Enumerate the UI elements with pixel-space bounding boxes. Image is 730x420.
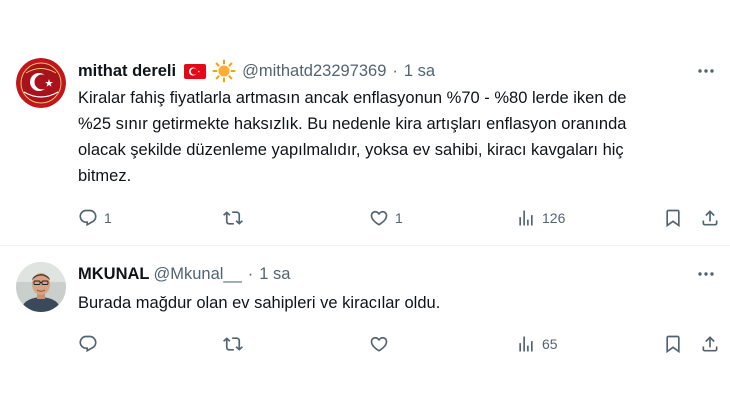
tweet-text: Burada mağdur olan ev sahipleri ve kirac… [78, 294, 441, 312]
tweet-actions: 1 1 126 [78, 205, 728, 231]
share-button[interactable] [700, 331, 720, 357]
share-icon [702, 210, 718, 226]
more-options-icon[interactable] [694, 262, 718, 286]
tweet[interactable]: mithat dereli @mithatd23297369 · 1 sa Ki… [0, 40, 730, 245]
like-button[interactable] [369, 331, 395, 357]
like-button[interactable]: 1 [369, 205, 403, 231]
retweet-icon [223, 211, 243, 225]
reply-button[interactable] [78, 331, 104, 357]
bookmark-button[interactable] [663, 205, 683, 231]
view-count: 65 [542, 336, 558, 352]
share-icon [702, 336, 718, 352]
avatar[interactable] [16, 262, 66, 312]
separator-dot: · [392, 61, 398, 80]
avatar-image [16, 58, 66, 108]
heart-icon [370, 336, 388, 352]
timestamp[interactable]: 1 sa [259, 265, 290, 284]
tweet-text: Kiralar fahiş fiyatlarla artmasın ancak … [78, 89, 627, 185]
reply-count: 1 [104, 210, 112, 226]
sun-emoji-icon [212, 59, 236, 83]
avatar[interactable] [16, 58, 66, 108]
tweet-header: mithat dereli @mithatd23297369 · 1 sa [78, 59, 680, 83]
analytics-icon [519, 210, 533, 226]
author-name[interactable]: mithat dereli [78, 62, 176, 81]
timestamp[interactable]: 1 sa [404, 62, 435, 81]
retweet-button[interactable] [223, 331, 249, 357]
views-button[interactable]: 126 [516, 205, 565, 231]
like-count: 1 [395, 210, 403, 226]
reply-icon [79, 335, 97, 353]
tweet-actions: 65 [78, 331, 728, 357]
retweet-icon [223, 337, 243, 351]
reply-icon [79, 209, 97, 227]
separator-dot: · [247, 264, 254, 283]
tweet-header: MKUNAL @Mkunal__ · 1 sa [78, 262, 680, 286]
bookmark-button[interactable] [663, 331, 683, 357]
author-handle[interactable]: @mithatd23297369 [242, 62, 386, 81]
bookmark-icon [666, 209, 680, 228]
analytics-icon [519, 336, 533, 352]
retweet-button[interactable] [223, 205, 249, 231]
author-handle[interactable]: @Mkunal__ [154, 265, 242, 284]
tweet[interactable]: MKUNAL @Mkunal__ · 1 sa Burada mağdur ol… [0, 248, 730, 378]
author-name[interactable]: MKUNAL [78, 265, 150, 284]
heart-icon [370, 210, 388, 226]
more-options-icon[interactable] [694, 59, 718, 83]
view-count: 126 [542, 210, 566, 226]
bookmark-icon [666, 335, 680, 354]
avatar-image [16, 262, 66, 312]
turkey-flag-icon [184, 63, 207, 79]
share-button[interactable] [700, 205, 720, 231]
reply-button[interactable]: 1 [78, 205, 112, 231]
views-button[interactable]: 65 [516, 331, 558, 357]
tweet-divider [0, 245, 730, 246]
